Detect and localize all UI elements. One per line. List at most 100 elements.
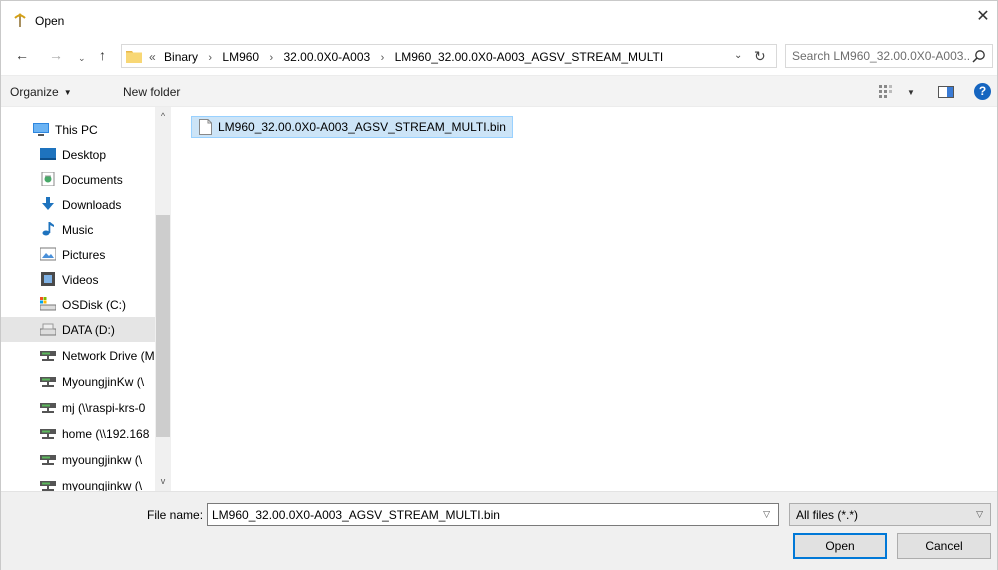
file-type-value: All files (*.*) bbox=[796, 508, 859, 522]
scroll-up-icon[interactable]: ^ bbox=[155, 107, 171, 123]
network-drive-icon bbox=[40, 403, 56, 413]
forward-button[interactable]: → bbox=[49, 47, 63, 63]
file-list: LM960_32.00.0X0-A003_AGSV_STREAM_MULTI.b… bbox=[171, 107, 997, 491]
file-name-label: File name: bbox=[147, 508, 204, 522]
window-title: Open bbox=[35, 14, 65, 28]
sidebar-item-label: mj (\\raspi-krs-0 bbox=[62, 401, 146, 415]
view-options-icon[interactable] bbox=[879, 85, 895, 99]
scrollbar-thumb[interactable] bbox=[156, 215, 170, 437]
sidebar-item-this-pc[interactable]: This PC bbox=[1, 117, 155, 142]
sidebar-item-network-drive[interactable]: Network Drive (M bbox=[1, 343, 155, 368]
close-button[interactable]: ✕ bbox=[969, 1, 997, 29]
music-icon bbox=[42, 222, 54, 236]
sidebar-item-label: Downloads bbox=[62, 198, 122, 212]
sidebar-item-label: OSDisk (C:) bbox=[62, 298, 126, 312]
recent-locations-button[interactable]: ⌄ bbox=[78, 50, 86, 66]
breadcrumb-item-lm960[interactable]: LM960 bbox=[222, 50, 259, 64]
network-drive-icon bbox=[40, 481, 56, 491]
search-input[interactable] bbox=[792, 48, 970, 64]
file-name: LM960_32.00.0X0-A003_AGSV_STREAM_MULTI.b… bbox=[218, 120, 506, 134]
sidebar-item-label: myoungjinkw (\ bbox=[62, 453, 143, 467]
breadcrumb-item-current[interactable]: LM960_32.00.0X0-A003_AGSV_STREAM_MULTI bbox=[395, 50, 664, 64]
sidebar-item-videos[interactable]: Videos bbox=[1, 267, 155, 292]
computer-icon bbox=[33, 123, 49, 136]
file-icon bbox=[199, 119, 212, 135]
sidebar-item-label: MyoungjinKw (\ bbox=[62, 375, 145, 389]
breadcrumb-separator[interactable]: › bbox=[381, 52, 385, 64]
list-item[interactable]: LM960_32.00.0X0-A003_AGSV_STREAM_MULTI.b… bbox=[191, 116, 513, 138]
address-dropdown-button[interactable]: ⌄ bbox=[734, 50, 742, 61]
title-bar: Open ✕ bbox=[1, 1, 997, 37]
sidebar-item-data-drive[interactable]: DATA (D:) bbox=[1, 317, 155, 342]
refresh-button[interactable]: ↻ bbox=[754, 48, 766, 65]
sidebar-item-label: DATA (D:) bbox=[62, 323, 115, 337]
network-drive-icon bbox=[40, 351, 56, 361]
chevron-down-icon: ▼ bbox=[63, 88, 72, 97]
organize-label: Organize bbox=[10, 85, 59, 99]
sidebar-item-label: Desktop bbox=[62, 148, 107, 162]
sidebar-item-myoungjinkw[interactable]: MyoungjinKw (\ bbox=[1, 369, 155, 394]
open-app-icon bbox=[14, 13, 26, 27]
breadcrumb-separator[interactable]: › bbox=[208, 52, 212, 64]
sidebar-item-desktop[interactable]: Desktop bbox=[1, 142, 155, 167]
breadcrumb: « Binary › LM960 › 32.00.0X0-A003 › LM96… bbox=[149, 50, 663, 64]
sidebar-item-label: Videos bbox=[62, 273, 99, 287]
navigation-pane: This PC Desktop Documents Downloads Musi… bbox=[1, 107, 171, 491]
file-name-input[interactable] bbox=[212, 507, 742, 523]
open-button[interactable]: Open bbox=[793, 533, 887, 559]
pictures-icon bbox=[40, 247, 56, 261]
back-button[interactable]: ← bbox=[15, 47, 29, 63]
search-box[interactable] bbox=[785, 44, 993, 68]
new-folder-label: New folder bbox=[123, 85, 181, 99]
scroll-down-icon[interactable]: v bbox=[155, 473, 171, 489]
documents-icon bbox=[41, 172, 55, 186]
sidebar-item-downloads[interactable]: Downloads bbox=[1, 192, 155, 217]
network-drive-icon bbox=[40, 429, 56, 439]
sidebar-item-label: myoungjinkw (\ bbox=[62, 479, 143, 491]
navigation-bar: ← → ⌄ ↑ « Binary › LM960 › 32.00.0X0-A00… bbox=[1, 41, 997, 71]
network-drive-icon bbox=[40, 455, 56, 465]
help-icon[interactable]: ? bbox=[974, 83, 991, 100]
chevron-down-icon[interactable]: ▽ bbox=[763, 509, 770, 520]
sidebar-item-myoungjinkw-2[interactable]: myoungjinkw (\ bbox=[1, 447, 155, 472]
up-button[interactable]: ↑ bbox=[99, 47, 106, 63]
sidebar-item-music[interactable]: Music bbox=[1, 217, 155, 242]
downloads-icon bbox=[42, 197, 54, 210]
os-drive-icon bbox=[40, 297, 56, 311]
file-name-combobox[interactable]: ▽ bbox=[207, 503, 779, 526]
drive-icon bbox=[40, 323, 56, 336]
sidebar-item-label: Pictures bbox=[62, 248, 106, 262]
address-bar[interactable]: « Binary › LM960 › 32.00.0X0-A003 › LM96… bbox=[121, 44, 777, 68]
videos-icon bbox=[41, 272, 55, 286]
folder-icon bbox=[126, 51, 142, 63]
preview-pane-icon[interactable] bbox=[938, 86, 954, 98]
sidebar-item-mj[interactable]: mj (\\raspi-krs-0 bbox=[1, 395, 155, 420]
navigation-scrollbar[interactable]: ^ v bbox=[155, 107, 171, 491]
sidebar-item-label: This PC bbox=[55, 123, 98, 137]
sidebar-item-home[interactable]: home (\\192.168 bbox=[1, 421, 155, 446]
chevron-down-icon: ▽ bbox=[976, 509, 983, 519]
cancel-button[interactable]: Cancel bbox=[897, 533, 991, 559]
file-name-area: File name: ▽ All files (*.*) ▽ Open Canc… bbox=[1, 491, 997, 570]
view-dropdown-icon[interactable]: ▼ bbox=[907, 88, 915, 97]
organize-button[interactable]: Organize ▼ bbox=[10, 85, 72, 99]
sidebar-item-myoungjinkw-3[interactable]: myoungjinkw (\ bbox=[1, 473, 155, 491]
search-icon[interactable] bbox=[972, 49, 986, 63]
sidebar-item-documents[interactable]: Documents bbox=[1, 167, 155, 192]
open-file-dialog: Open ✕ ← → ⌄ ↑ « Binary › LM960 › 32.00.… bbox=[0, 0, 998, 570]
breadcrumb-item-binary[interactable]: Binary bbox=[164, 50, 198, 64]
close-icon: ✕ bbox=[976, 8, 990, 25]
sidebar-item-label: Network Drive (M bbox=[62, 349, 155, 363]
breadcrumb-item-version[interactable]: 32.00.0X0-A003 bbox=[283, 50, 370, 64]
file-type-select[interactable]: All files (*.*) ▽ bbox=[789, 503, 991, 526]
command-toolbar: Organize ▼ New folder ▼ ? bbox=[1, 75, 997, 107]
sidebar-item-pictures[interactable]: Pictures bbox=[1, 242, 155, 267]
desktop-icon bbox=[40, 148, 56, 160]
breadcrumb-separator[interactable]: › bbox=[269, 52, 273, 64]
network-drive-icon bbox=[40, 377, 56, 387]
sidebar-item-label: Music bbox=[62, 223, 94, 237]
sidebar-item-label: home (\\192.168 bbox=[62, 427, 150, 441]
breadcrumb-overflow[interactable]: « bbox=[149, 50, 156, 64]
new-folder-button[interactable]: New folder bbox=[123, 85, 180, 99]
sidebar-item-osdisk[interactable]: OSDisk (C:) bbox=[1, 292, 155, 317]
